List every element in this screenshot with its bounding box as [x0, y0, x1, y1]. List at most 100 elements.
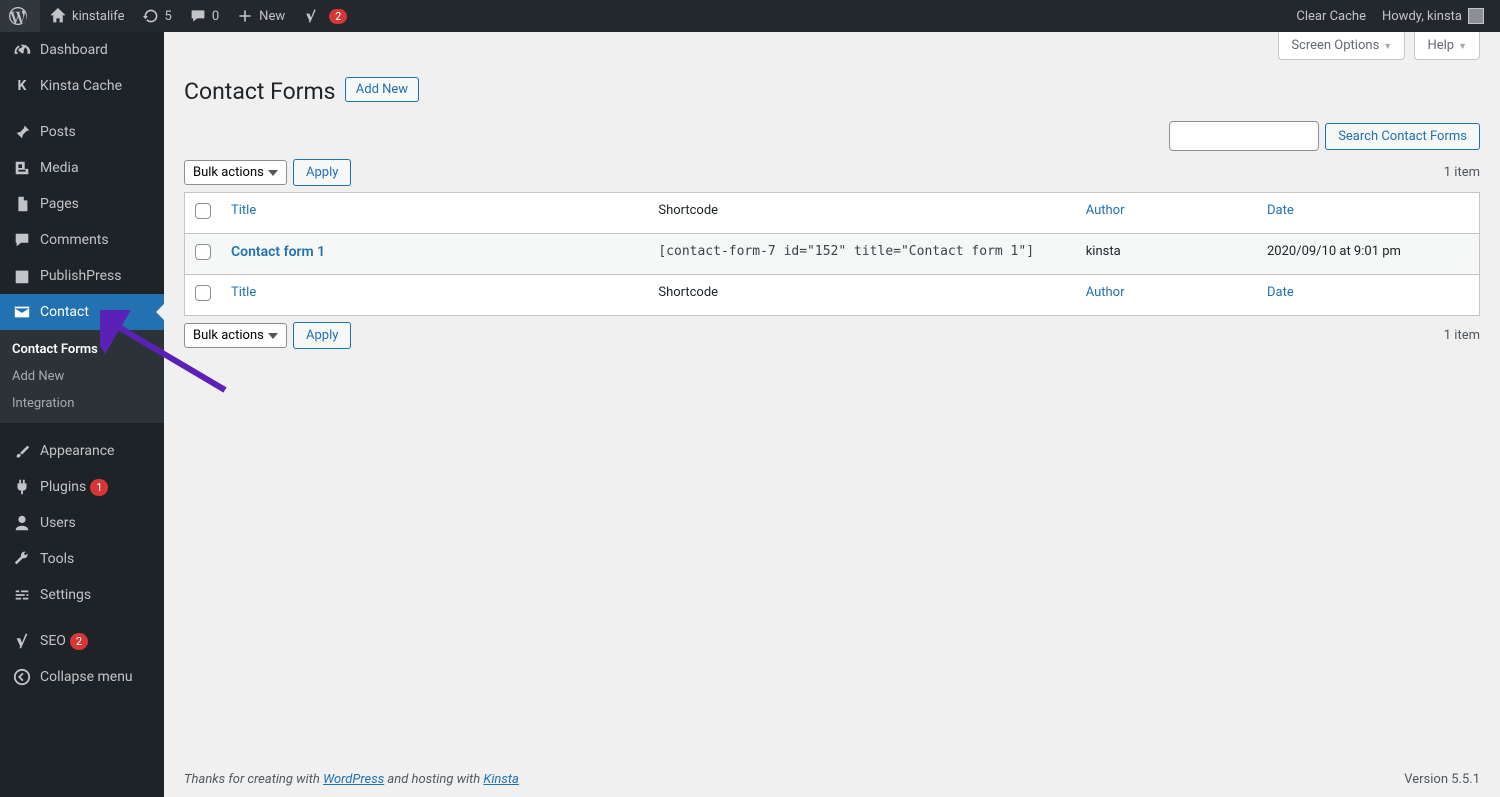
menu-contact-label: Contact [40, 304, 89, 320]
content: Screen Options▼ Help▼ Contact Forms Add … [164, 32, 1500, 797]
wp-logo[interactable] [0, 0, 40, 32]
screen-meta-links: Screen Options ▼ Help ▼ [164, 32, 1500, 60]
media-icon [12, 158, 32, 178]
item-count-bottom: 1 item [1444, 328, 1480, 343]
help-label: Help [1427, 38, 1454, 53]
menu-appearance[interactable]: Appearance [0, 433, 164, 469]
my-account[interactable]: Howdy, kinsta [1374, 0, 1492, 32]
menu-media[interactable]: Media [0, 150, 164, 186]
comments[interactable]: 0 [180, 0, 227, 32]
chevron-down-icon: ▼ [1458, 42, 1467, 52]
row-title[interactable]: Contact form 1 [231, 244, 325, 260]
admin-bar: kinstalife 5 0 New 2 Clear Cache Howdy, … [0, 0, 1500, 32]
dashboard-icon [12, 40, 32, 60]
col-author-foot[interactable]: Author [1086, 285, 1125, 300]
yoast-icon [301, 6, 321, 26]
row-date: 2020/09/10 at 9:01 pm [1267, 244, 1401, 259]
col-author[interactable]: Author [1086, 203, 1125, 218]
page-icon [12, 194, 32, 214]
footer: Thanks for creating with WordPress and h… [164, 762, 1500, 797]
admin-menu: Dashboard KKinsta Cache Posts Media Page… [0, 32, 164, 797]
menu-seo-label: SEO [40, 633, 66, 649]
menu-kinsta-cache[interactable]: KKinsta Cache [0, 68, 164, 104]
menu-comments[interactable]: Comments [0, 222, 164, 258]
submenu-add-new[interactable]: Add New [0, 363, 164, 390]
avatar [1468, 8, 1484, 24]
yoast[interactable]: 2 [293, 0, 355, 32]
menu-users[interactable]: Users [0, 505, 164, 541]
refresh-icon [141, 6, 161, 26]
menu-users-label: Users [40, 515, 76, 531]
wordpress-link[interactable]: WordPress [323, 772, 384, 787]
updates[interactable]: 5 [133, 0, 180, 32]
menu-contact[interactable]: Contact [0, 294, 164, 330]
col-shortcode-foot: Shortcode [658, 285, 718, 300]
comment-icon [188, 6, 208, 26]
menu-appearance-label: Appearance [40, 443, 114, 459]
collapse-icon [12, 667, 32, 687]
item-count-top: 1 item [1444, 165, 1480, 180]
menu-settings[interactable]: Settings [0, 577, 164, 613]
col-date-foot[interactable]: Date [1267, 285, 1294, 300]
apply-button-bottom[interactable]: Apply [293, 322, 351, 349]
help-toggle[interactable]: Help ▼ [1414, 32, 1480, 60]
footer-version: Version 5.5.1 [1404, 772, 1480, 787]
col-date[interactable]: Date [1267, 203, 1294, 218]
search-contact-forms-button[interactable]: Search Contact Forms [1325, 123, 1480, 150]
menu-publishpress[interactable]: PublishPress [0, 258, 164, 294]
calendar-icon [12, 266, 32, 286]
menu-posts[interactable]: Posts [0, 114, 164, 150]
wordpress-icon [8, 6, 28, 26]
submenu-contact-forms[interactable]: Contact Forms [0, 336, 164, 363]
apply-button-top[interactable]: Apply [293, 159, 351, 186]
menu-tools[interactable]: Tools [0, 541, 164, 577]
yoast-badge: 2 [329, 9, 347, 24]
mail-icon [12, 302, 32, 322]
menu-plugins[interactable]: Plugins1 [0, 469, 164, 505]
menu-collapse-label: Collapse menu [40, 669, 133, 685]
kinsta-link[interactable]: Kinsta [483, 772, 518, 787]
menu-settings-label: Settings [40, 587, 91, 603]
search-input[interactable] [1169, 121, 1319, 151]
user-icon [12, 513, 32, 533]
chevron-down-icon: ▼ [1383, 42, 1392, 52]
contact-forms-table: Title Shortcode Author Date Contact form… [184, 192, 1480, 316]
bulk-actions-select-top[interactable]: Bulk actions [184, 160, 287, 185]
new-content[interactable]: New [227, 0, 293, 32]
bulk-actions-select-bottom[interactable]: Bulk actions [184, 323, 287, 348]
row-shortcode: [contact-form-7 id="152" title="Contact … [658, 244, 1034, 259]
plugin-icon [12, 477, 32, 497]
submenu-integration[interactable]: Integration [0, 390, 164, 417]
menu-dashboard-label: Dashboard [40, 42, 108, 58]
comments-icon [12, 230, 32, 250]
updates-count: 5 [165, 9, 172, 24]
add-new-button[interactable]: Add New [345, 77, 419, 102]
menu-plugins-label: Plugins [40, 479, 86, 495]
clear-cache-label: Clear Cache [1296, 9, 1366, 24]
row-checkbox[interactable] [195, 244, 211, 260]
site-name[interactable]: kinstalife [40, 0, 133, 32]
home-icon [48, 6, 68, 26]
col-title-foot[interactable]: Title [231, 285, 256, 300]
seo-badge: 2 [70, 633, 88, 650]
menu-seo[interactable]: SEO2 [0, 623, 164, 659]
menu-pages[interactable]: Pages [0, 186, 164, 222]
menu-posts-label: Posts [40, 124, 76, 140]
plugins-badge: 1 [90, 479, 108, 496]
menu-pages-label: Pages [40, 196, 79, 212]
select-all-bottom[interactable] [195, 285, 211, 301]
menu-dashboard[interactable]: Dashboard [0, 32, 164, 68]
clear-cache[interactable]: Clear Cache [1288, 0, 1374, 32]
comments-count: 0 [212, 9, 219, 24]
menu-media-label: Media [40, 160, 79, 176]
screen-options-toggle[interactable]: Screen Options ▼ [1278, 32, 1405, 60]
footer-thanks: Thanks for creating with WordPress and h… [184, 772, 519, 787]
col-title[interactable]: Title [231, 203, 256, 218]
select-all-top[interactable] [195, 203, 211, 219]
screen-options-label: Screen Options [1291, 38, 1379, 53]
pin-icon [12, 122, 32, 142]
kinsta-icon: K [12, 76, 32, 96]
row-author: kinsta [1086, 244, 1121, 259]
menu-collapse[interactable]: Collapse menu [0, 659, 164, 695]
plus-icon [235, 6, 255, 26]
